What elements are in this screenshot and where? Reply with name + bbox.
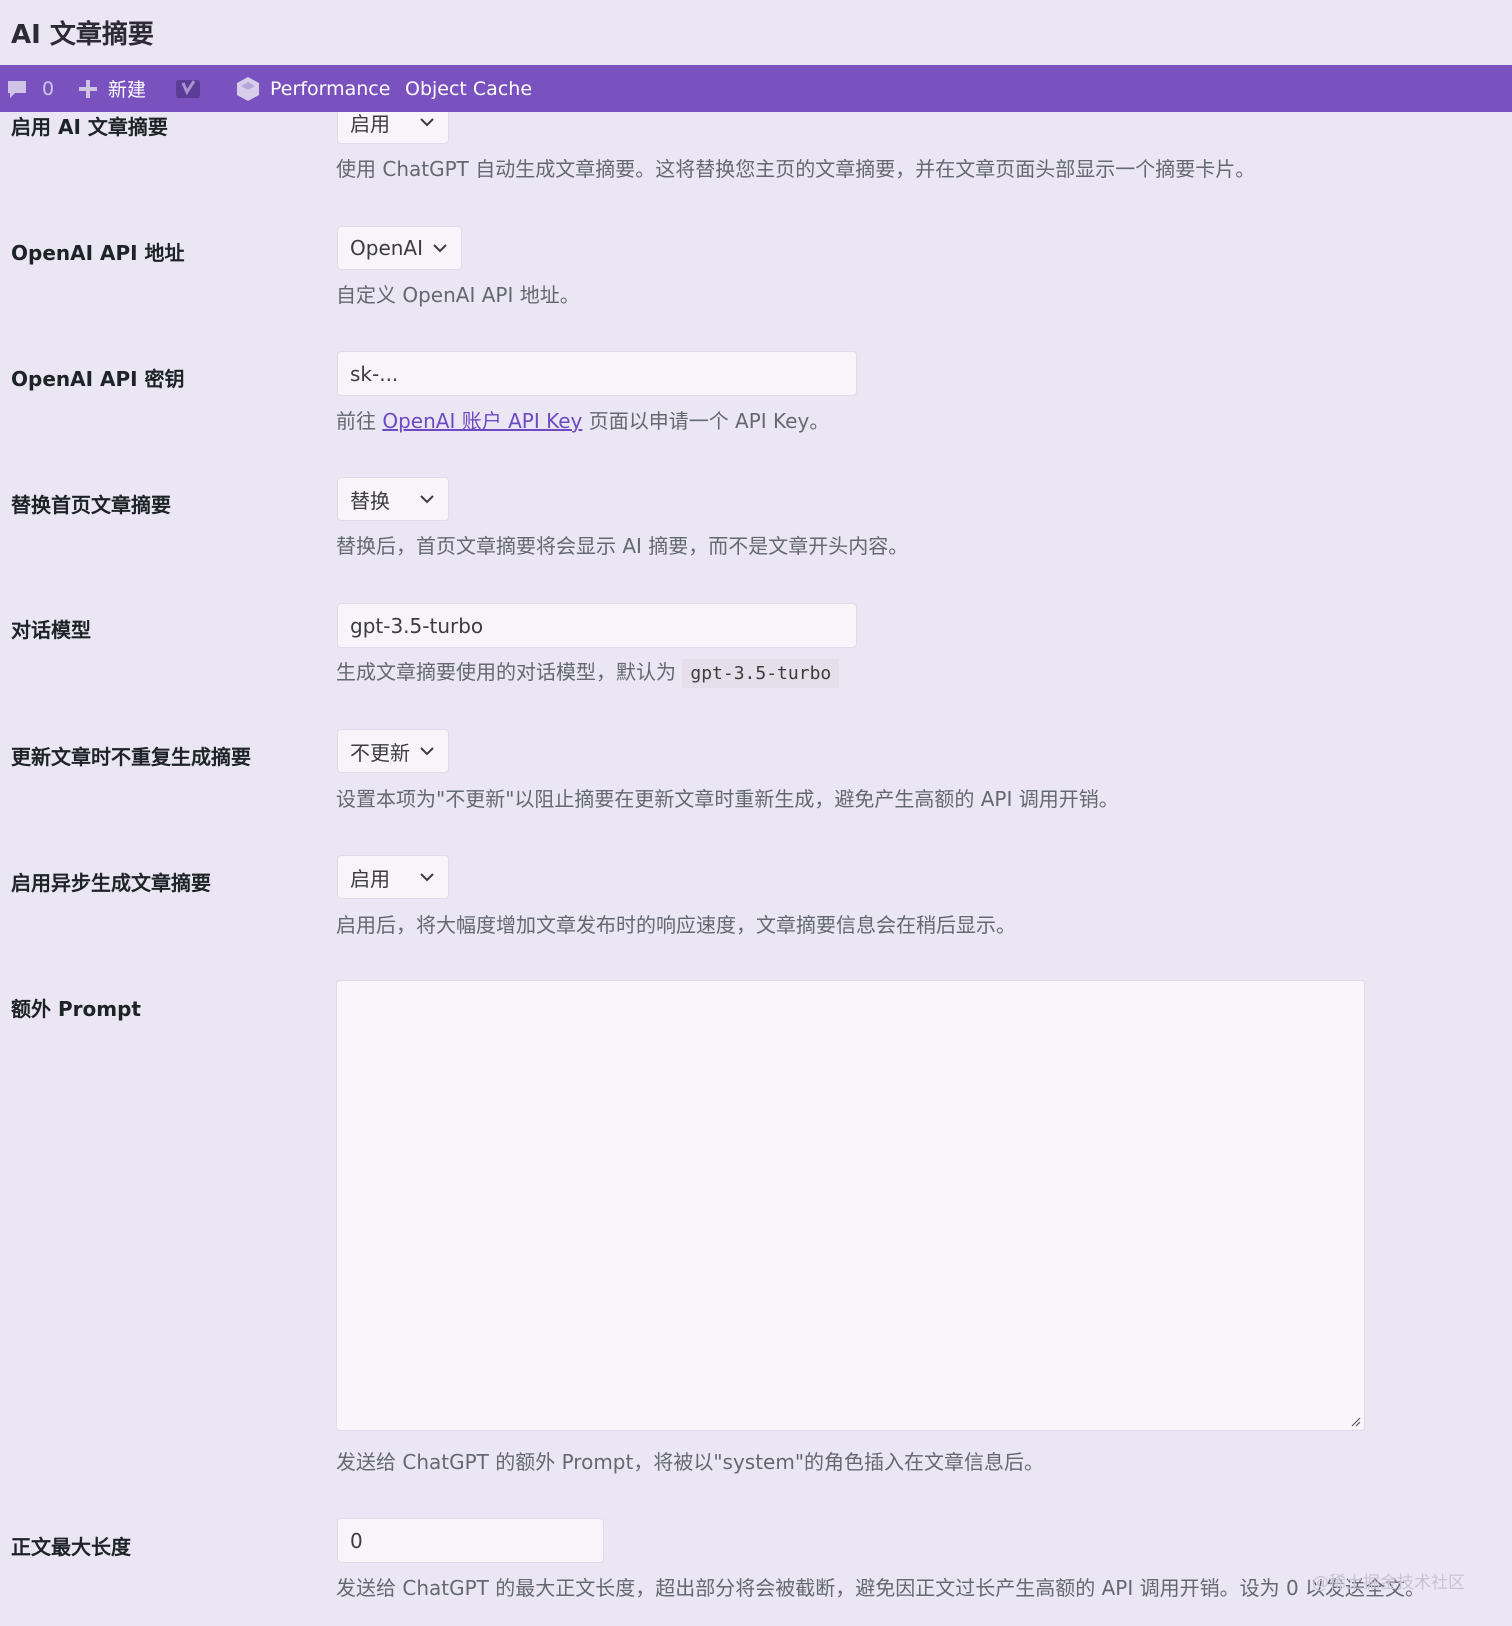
api-url-value: OpenAI [350, 236, 423, 260]
async-label: 启用异步生成文章摘要 [11, 871, 211, 895]
openai-api-key-link[interactable]: OpenAI 账户 API Key [382, 409, 582, 433]
api-key-value: sk-... [350, 361, 399, 386]
model-label: 对话模型 [11, 618, 91, 642]
max-length-label: 正文最大长度 [11, 1535, 131, 1559]
model-desc-text: 生成文章摘要使用的对话模型，默认为 [336, 660, 683, 684]
model-value: gpt-3.5-turbo [350, 613, 484, 638]
yoast-seo-menu-item[interactable] [175, 65, 201, 112]
api-url-select[interactable]: OpenAI [337, 226, 462, 270]
performance-gem-icon [237, 76, 259, 101]
extra-prompt-textarea[interactable] [336, 980, 1365, 1431]
api-url-label: OpenAI API 地址 [11, 241, 185, 265]
api-key-description: 前往 OpenAI 账户 API Key 页面以申请一个 API Key。 [336, 405, 829, 434]
max-length-description: 发送给 ChatGPT 的最大正文长度，超出部分将会被截断，避免因正文过长产生高… [336, 1576, 1426, 1600]
replace-excerpt-select[interactable]: 替换 [337, 477, 449, 521]
default-model-code: gpt-3.5-turbo [682, 659, 840, 688]
replace-excerpt-value: 替换 [350, 488, 390, 513]
no-regen-select[interactable]: 不更新 [337, 729, 449, 773]
api-key-input[interactable]: sk-... [337, 351, 857, 396]
performance-label: Performance [270, 77, 391, 100]
api-url-description: 自定义 OpenAI API 地址。 [336, 283, 580, 307]
async-select[interactable]: 启用 [337, 855, 449, 899]
performance-menu-item[interactable]: Performance [234, 65, 390, 112]
chevron-down-icon [420, 495, 434, 504]
chevron-down-icon [420, 118, 434, 127]
new-content-label: 新建 [108, 79, 147, 101]
chevron-down-icon [420, 873, 434, 882]
max-length-input[interactable]: 0 [337, 1518, 604, 1563]
object-cache-menu-item[interactable]: Object Cache [405, 65, 532, 112]
plus-icon [79, 79, 97, 98]
replace-excerpt-description: 替换后，首页文章摘要将会显示 AI 摘要，而不是文章开头内容。 [336, 534, 909, 558]
model-description: 生成文章摘要使用的对话模型，默认为 gpt-3.5-turbo [336, 656, 840, 688]
new-content-menu-item[interactable]: 新建 [78, 65, 146, 112]
comment-bubble-icon [8, 80, 26, 98]
comments-count: 0 [42, 77, 55, 100]
seo-plugin-icon [176, 79, 200, 98]
chevron-down-icon [433, 244, 447, 253]
no-regen-description: 设置本项为"不更新"以阻止摘要在更新文章时重新生成，避免产生高额的 API 调用… [336, 787, 1119, 811]
max-length-value: 0 [350, 1528, 363, 1553]
no-regen-label: 更新文章时不重复生成摘要 [11, 745, 251, 769]
resize-handle-icon[interactable] [1349, 1415, 1361, 1427]
comments-menu-item[interactable]: 0 [6, 65, 54, 112]
admin-bar: 0 新建 Performance Object Cache [0, 65, 1512, 112]
settings-form: 启用 AI 文章摘要 启用 使用 ChatGPT 自动生成文章摘要。这将替换您主… [0, 0, 1512, 1626]
extra-prompt-label: 额外 Prompt [11, 997, 141, 1021]
enable-summary-description: 使用 ChatGPT 自动生成文章摘要。这将替换您主页的文章摘要，并在文章页面头… [336, 157, 1256, 181]
chevron-down-icon [420, 747, 434, 756]
watermark: @稀土掘金技术社区 [1312, 1573, 1465, 1593]
enable-summary-label: 启用 AI 文章摘要 [11, 115, 168, 139]
api-key-desc-after: 页面以申请一个 API Key。 [582, 409, 830, 433]
no-regen-value: 不更新 [350, 740, 410, 765]
async-value: 启用 [350, 866, 390, 891]
model-input[interactable]: gpt-3.5-turbo [337, 603, 857, 648]
object-cache-label: Object Cache [405, 77, 533, 100]
api-key-desc-before: 前往 [336, 409, 383, 433]
replace-excerpt-label: 替换首页文章摘要 [11, 493, 171, 517]
api-key-label: OpenAI API 密钥 [11, 367, 185, 391]
async-description: 启用后，将大幅度增加文章发布时的响应速度，文章摘要信息会在稍后显示。 [336, 913, 1016, 937]
extra-prompt-description: 发送给 ChatGPT 的额外 Prompt，将被以"system"的角色插入在… [336, 1450, 1045, 1474]
